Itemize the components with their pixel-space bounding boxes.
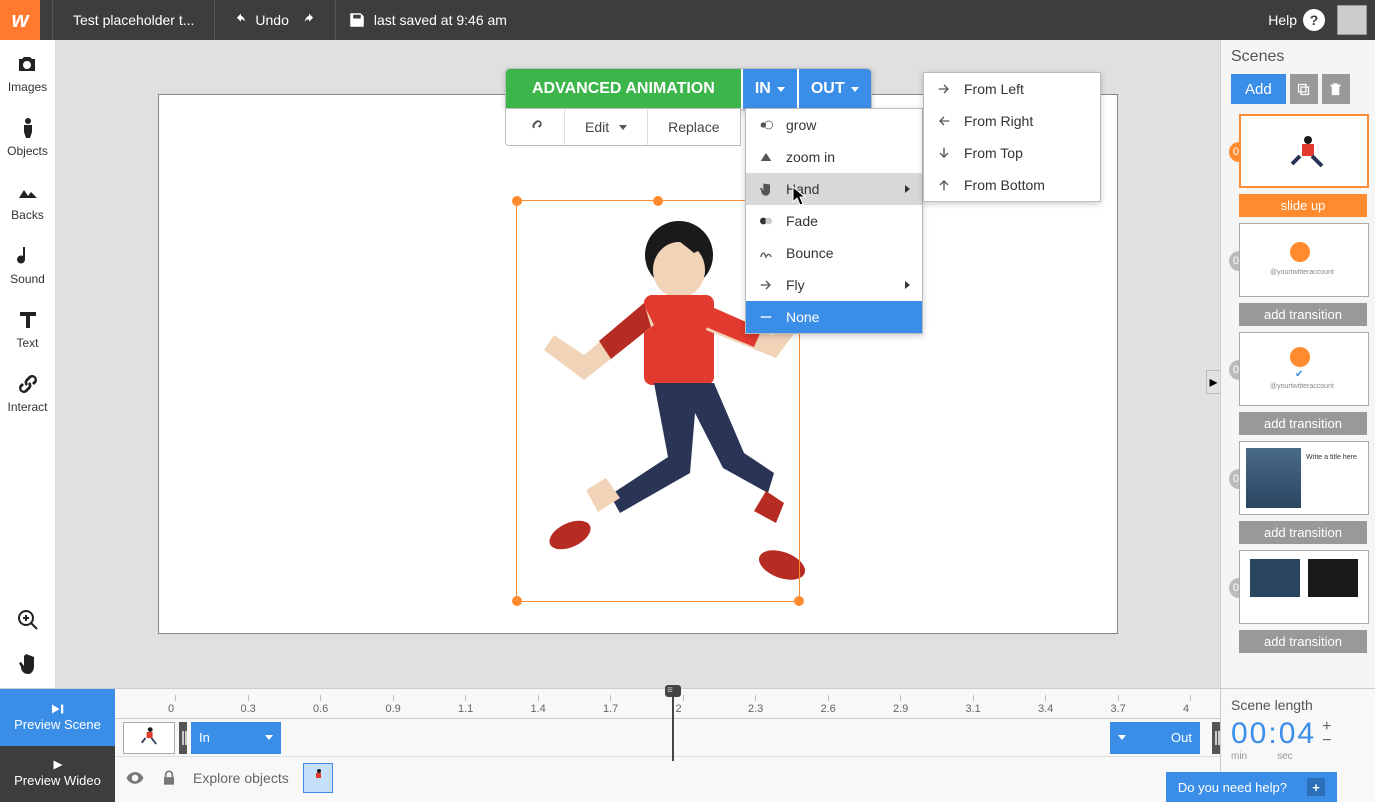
expand-scenes-tab[interactable]: ▸ xyxy=(1206,370,1220,394)
lock-icon[interactable] xyxy=(159,768,179,788)
transition-1[interactable]: slide up xyxy=(1239,194,1367,217)
submenu-from-top[interactable]: From Top xyxy=(924,137,1100,169)
left-toolbar: Images Objects Backs Sound Text Interact xyxy=(0,40,56,688)
transition-3[interactable]: add transition xyxy=(1239,412,1367,435)
floating-toolbar-row2: Edit Replace xyxy=(505,108,741,146)
handle-bl[interactable] xyxy=(512,596,522,606)
out-dropdown-button[interactable]: OUT xyxy=(799,69,871,109)
help-popup[interactable]: Do you need help? + xyxy=(1166,772,1337,802)
undo-icon xyxy=(233,13,249,27)
in-animation-menu: grow zoom in Hand Fade Bounce Fly None xyxy=(745,108,923,334)
preview-scene-button[interactable]: Preview Scene xyxy=(0,689,115,746)
help-label: Help xyxy=(1268,12,1297,28)
tool-objects[interactable]: Objects xyxy=(7,116,48,158)
scene-3[interactable]: 03 ✔@yourtwitteraccount xyxy=(1229,332,1367,406)
hand-submenu: From Left From Right From Top From Botto… xyxy=(923,72,1101,202)
clip-handle-left[interactable] xyxy=(179,722,187,754)
scene-1[interactable]: 01 xyxy=(1229,114,1367,188)
out-animation-block[interactable]: Out xyxy=(1110,722,1200,754)
redo-button[interactable] xyxy=(295,13,323,27)
tool-sound[interactable]: Sound xyxy=(10,244,45,286)
duplicate-scene-button[interactable] xyxy=(1290,74,1318,104)
clip-handle-right[interactable] xyxy=(1212,722,1220,754)
transition-4[interactable]: add transition xyxy=(1239,521,1367,544)
edit-button[interactable]: Edit xyxy=(565,109,648,145)
explore-objects-label: Explore objects xyxy=(193,770,289,786)
zoom-in-icon[interactable] xyxy=(16,608,40,632)
camera-icon xyxy=(15,52,39,76)
last-saved-label: last saved at 9:46 am xyxy=(374,12,507,28)
top-bar: w Test placeholder t... Undo last saved … xyxy=(0,0,1375,40)
timeline[interactable]: 00.30.60.91.11.41.722.32.62.93.13.43.74 … xyxy=(115,689,1220,802)
music-note-icon xyxy=(15,244,39,268)
explore-row: Explore objects xyxy=(115,757,1220,799)
menu-item-grow[interactable]: grow xyxy=(746,109,922,141)
tool-text[interactable]: Text xyxy=(16,308,40,350)
person-icon xyxy=(16,116,40,140)
object-clip[interactable] xyxy=(123,722,175,754)
transition-5[interactable]: add transition xyxy=(1239,630,1367,653)
submenu-from-bottom[interactable]: From Bottom xyxy=(924,169,1100,201)
time-decrease[interactable]: − xyxy=(1322,734,1333,748)
transition-2[interactable]: add transition xyxy=(1239,303,1367,326)
visibility-icon[interactable] xyxy=(125,768,145,788)
help-expand-icon: + xyxy=(1307,778,1325,796)
submenu-from-right[interactable]: From Right xyxy=(924,105,1100,137)
preview-wideo-button[interactable]: Preview Wideo xyxy=(0,746,115,802)
help-icon: ? xyxy=(1303,9,1325,31)
menu-item-zoom-in[interactable]: zoom in xyxy=(746,141,922,173)
in-dropdown-button[interactable]: IN xyxy=(743,69,797,109)
in-animation-block[interactable]: In xyxy=(191,722,281,754)
replace-button[interactable]: Replace xyxy=(648,109,739,145)
menu-item-none[interactable]: None xyxy=(746,301,922,333)
undo-button[interactable]: Undo xyxy=(227,12,294,28)
timeline-track[interactable]: In Out xyxy=(115,719,1220,757)
tool-interact[interactable]: Interact xyxy=(7,372,47,414)
avatar[interactable] xyxy=(1337,5,1367,35)
menu-item-hand[interactable]: Hand xyxy=(746,173,922,205)
undo-label: Undo xyxy=(255,12,288,28)
scene-length-title: Scene length xyxy=(1231,697,1365,713)
link-icon xyxy=(16,372,40,396)
menu-item-fly[interactable]: Fly xyxy=(746,269,922,301)
scene-length-time: 00:04 +− xyxy=(1231,717,1365,751)
scene-5[interactable]: 05 xyxy=(1229,550,1367,624)
handle-tl[interactable] xyxy=(512,196,522,206)
logo-icon[interactable]: w xyxy=(0,0,40,40)
menu-item-bounce[interactable]: Bounce xyxy=(746,237,922,269)
text-icon xyxy=(16,308,40,332)
playhead[interactable] xyxy=(672,689,674,761)
save-icon[interactable] xyxy=(348,11,366,29)
link-icon xyxy=(526,118,544,136)
delete-scene-button[interactable] xyxy=(1322,74,1350,104)
redo-icon xyxy=(301,13,317,27)
scene-2[interactable]: 02 @yourtwitteraccount xyxy=(1229,223,1367,297)
hand-pan-icon[interactable] xyxy=(16,652,40,676)
landscape-icon xyxy=(16,180,40,204)
advanced-animation-button[interactable]: ADVANCED ANIMATION xyxy=(506,69,741,109)
object-chip[interactable] xyxy=(303,763,333,793)
menu-item-fade[interactable]: Fade xyxy=(746,205,922,237)
tool-backs[interactable]: Backs xyxy=(11,180,44,222)
scenes-panel: Scenes Add 01 slide up 02 @yourtwitterac… xyxy=(1220,40,1375,688)
link-button[interactable] xyxy=(506,109,565,145)
handle-br[interactable] xyxy=(794,596,804,606)
handle-tc[interactable] xyxy=(653,196,663,206)
project-name[interactable]: Test placeholder t... xyxy=(65,12,202,28)
tool-images[interactable]: Images xyxy=(8,52,47,94)
add-scene-button[interactable]: Add xyxy=(1231,74,1286,104)
scenes-title: Scenes xyxy=(1221,48,1375,74)
submenu-from-left[interactable]: From Left xyxy=(924,73,1100,105)
scene-4[interactable]: 04 Write a title here xyxy=(1229,441,1367,515)
floating-toolbar: ADVANCED ANIMATION IN OUT xyxy=(505,68,872,110)
help-button[interactable]: Help ? xyxy=(1268,9,1337,31)
